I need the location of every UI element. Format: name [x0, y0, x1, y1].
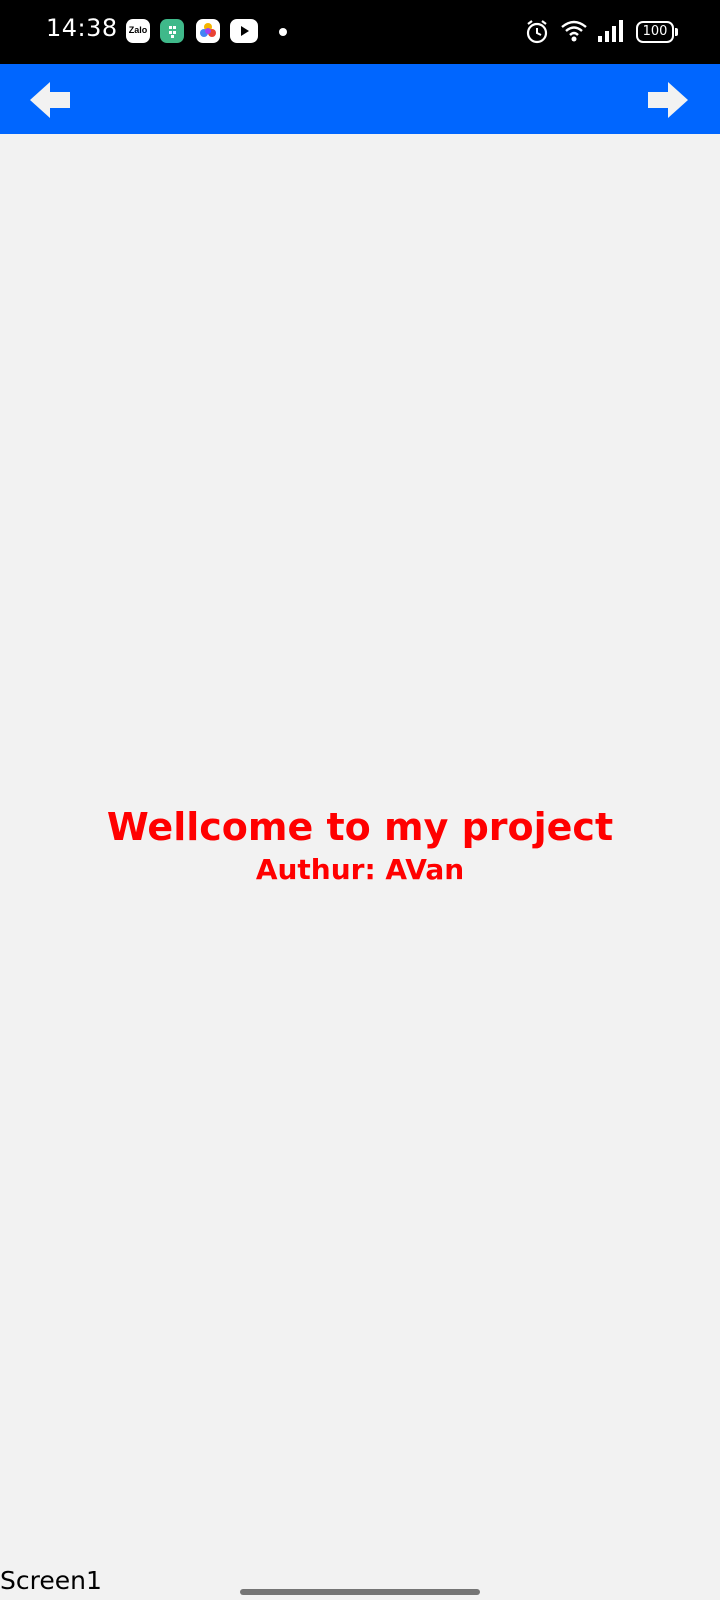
youtube-icon — [230, 19, 258, 43]
battery-tip — [675, 28, 678, 36]
zalo-icon: Zalo — [126, 19, 150, 43]
author-label: Authur: AVan — [255, 853, 465, 886]
toolbar — [0, 64, 720, 134]
signal-icon — [598, 20, 623, 42]
photos-icon — [196, 19, 220, 43]
green-app-icon — [160, 19, 184, 43]
battery-icon: 100 — [636, 21, 674, 43]
alarm-icon — [526, 20, 548, 44]
home-indicator[interactable] — [240, 1589, 480, 1595]
welcome-title: Wellcome to my project — [106, 805, 614, 849]
arrow-left-icon — [30, 82, 70, 118]
welcome-block: Wellcome to my project Authur: AVan — [0, 804, 720, 888]
notification-dot — [279, 28, 287, 36]
zalo-icon-label: Zalo — [128, 25, 148, 35]
forward-button[interactable] — [648, 80, 692, 120]
arrow-right-icon — [648, 82, 688, 118]
screen-name-label: Screen1 — [0, 1566, 102, 1595]
wifi-icon — [561, 20, 587, 42]
status-bar: 14:38 Zalo 100 — [0, 0, 720, 64]
status-time: 14:38 — [46, 14, 118, 42]
back-button[interactable] — [30, 80, 74, 120]
